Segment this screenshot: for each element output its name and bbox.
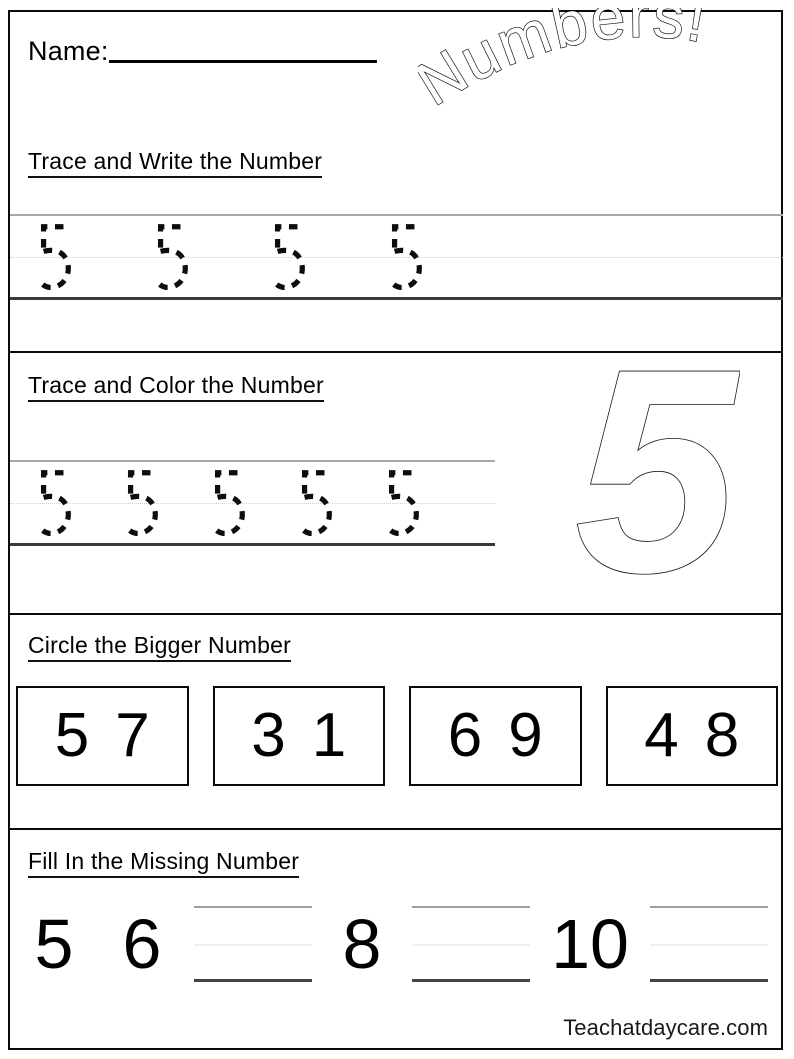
section-divider-1 — [8, 351, 783, 353]
guide-line-top — [650, 906, 768, 908]
section-heading-fill-missing: Fill In the Missing Number — [28, 848, 300, 879]
trace-numeral-5[interactable] — [382, 468, 422, 540]
compare-number-right[interactable]: 7 — [115, 705, 149, 767]
section-heading-circle-bigger: Circle the Bigger Number — [28, 632, 292, 663]
guide-line-mid-dotted — [194, 944, 312, 946]
compare-box[interactable]: 57 — [16, 686, 189, 786]
name-input-line[interactable] — [108, 60, 377, 63]
trace-numeral-5[interactable] — [295, 468, 335, 540]
guide-line-baseline — [650, 979, 768, 982]
sequence-blank-slot[interactable] — [650, 906, 768, 982]
section-heading-trace-color: Trace and Color the Number — [28, 372, 324, 403]
name-label: Name: — [28, 36, 109, 66]
sequence-blank-slot[interactable] — [194, 906, 312, 982]
site-credit: Teachatdaycare.com — [563, 1015, 768, 1040]
page-title-text: Numbers! — [418, 8, 712, 118]
page-title: Numbers! — [418, 8, 788, 118]
compare-number-left[interactable]: 6 — [448, 705, 482, 767]
sequence-number: 5 — [34, 905, 74, 983]
section-divider-3 — [8, 828, 783, 830]
svg-text:5: 5 — [575, 366, 740, 588]
color-in-numeral-5[interactable]: 5 — [565, 366, 740, 588]
sequence-blank-slot[interactable] — [412, 906, 530, 982]
compare-number-left[interactable]: 3 — [251, 705, 285, 767]
compare-box[interactable]: 48 — [605, 686, 778, 786]
worksheet-page: Name: Numbers! Trace and Write the Numbe… — [0, 0, 794, 1059]
compare-number-boxes: 57316948 — [16, 686, 778, 786]
guide-line-mid-dotted — [650, 944, 768, 946]
sequence-number: 6 — [122, 905, 162, 983]
sequence-number: 8 — [342, 905, 382, 983]
guide-line-top — [412, 906, 530, 908]
trace-numeral-5[interactable] — [208, 468, 248, 540]
section-heading-trace-write: Trace and Write the Number — [28, 148, 323, 179]
trace-numeral-5[interactable] — [34, 222, 74, 294]
compare-number-right[interactable]: 8 — [705, 705, 739, 767]
compare-number-right[interactable]: 1 — [312, 705, 346, 767]
compare-number-left[interactable]: 4 — [644, 705, 678, 767]
compare-box[interactable]: 69 — [409, 686, 582, 786]
compare-number-right[interactable]: 9 — [508, 705, 542, 767]
guide-line-baseline — [412, 979, 530, 982]
compare-number-left[interactable]: 5 — [55, 705, 89, 767]
guide-line-top — [194, 906, 312, 908]
guide-line-baseline — [194, 979, 312, 982]
number-sequence-row: 5 6 8 10 — [18, 896, 776, 992]
trace-numeral-5[interactable] — [151, 222, 191, 294]
trace-row-write[interactable] — [34, 222, 425, 294]
compare-box[interactable]: 31 — [212, 686, 385, 786]
trace-numeral-5[interactable] — [268, 222, 308, 294]
trace-numeral-5[interactable] — [34, 468, 74, 540]
guide-line-top — [10, 214, 783, 216]
guide-line-baseline — [10, 543, 495, 546]
guide-line-mid-dotted — [412, 944, 530, 946]
guide-line-baseline — [10, 297, 783, 300]
guide-line-top — [10, 460, 495, 462]
trace-numeral-5[interactable] — [385, 222, 425, 294]
section-divider-2 — [8, 613, 783, 615]
sequence-number: 10 — [551, 905, 629, 983]
trace-numeral-5[interactable] — [121, 468, 161, 540]
name-field-row: Name: — [28, 38, 377, 65]
trace-row-color[interactable] — [34, 468, 422, 540]
